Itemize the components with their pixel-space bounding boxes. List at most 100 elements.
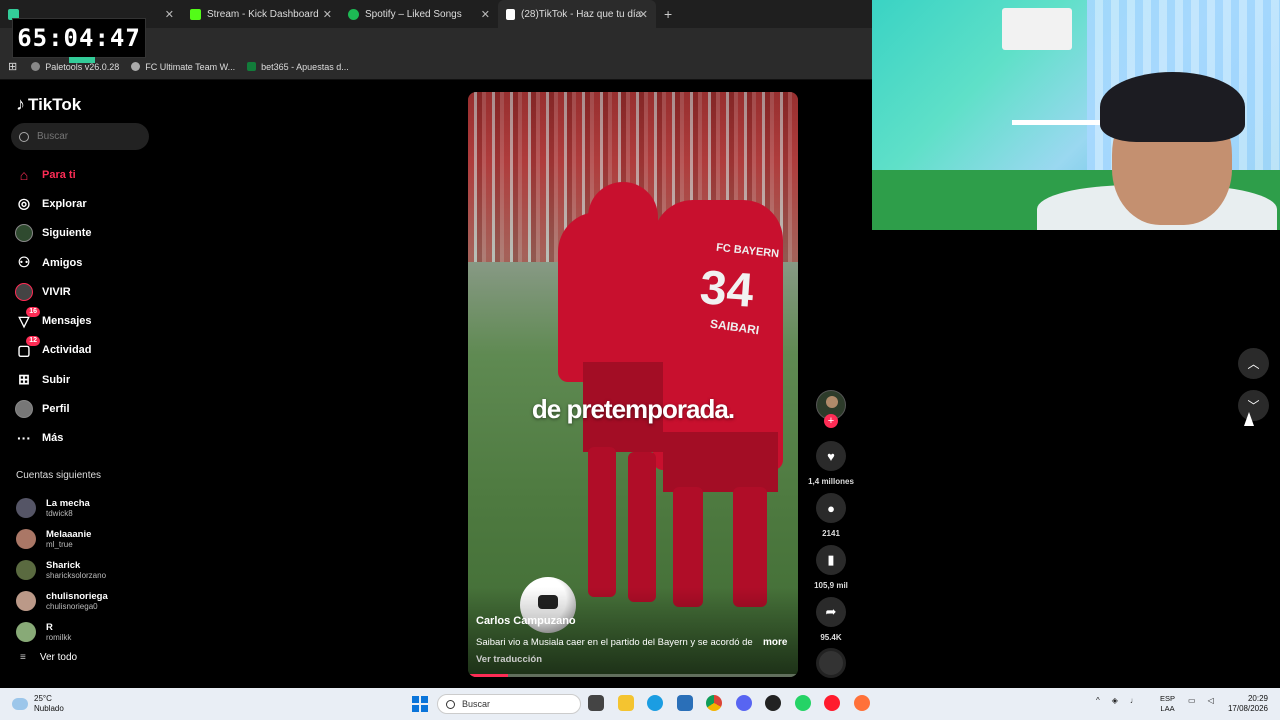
whatsapp-icon[interactable] (794, 695, 811, 711)
network-icon[interactable]: ◈ (1112, 696, 1118, 705)
compass-icon: ◎ (17, 195, 31, 212)
video-player-figure (653, 200, 783, 470)
bookmark-bet365[interactable]: bet365 - Apuestas d... (247, 62, 349, 72)
task-view-icon[interactable] (588, 695, 604, 711)
tab-tiktok[interactable]: (28)TikTok - Haz que tu día ✕ (498, 0, 656, 28)
messages-badge: 16 (26, 307, 40, 318)
tiktok-logo[interactable]: ♪ TikTok (16, 94, 81, 115)
avatar (16, 559, 36, 580)
windows-start-icon[interactable] (412, 696, 428, 712)
mouse-cursor-icon (1244, 412, 1254, 426)
avatar (16, 590, 36, 611)
taskbar-clock[interactable]: 20:29 17/08/2026 (1224, 694, 1268, 714)
bookmark-fc-ultimate-team[interactable]: FC Ultimate Team W... (131, 62, 235, 72)
stream-timer: 65:04:47 (12, 18, 146, 63)
nav-messages[interactable]: ▽ 16 Mensajes (14, 306, 92, 335)
video-description: Saibari vio a Musiala caer en el partido… (476, 637, 753, 648)
taskbar-search[interactable]: Buscar (437, 694, 581, 714)
volume-icon[interactable]: ◁ (1208, 696, 1214, 705)
list-item[interactable]: Melaaanie ml_true (16, 523, 108, 554)
video-progress-bar[interactable] (468, 674, 798, 677)
comment-button[interactable]: ● (816, 493, 846, 523)
heart-icon: ♥ (827, 448, 835, 464)
store-icon[interactable] (676, 695, 693, 711)
file-explorer-icon[interactable] (617, 695, 634, 711)
video-leg (588, 447, 616, 597)
bookmark-icon: ▮ (827, 552, 835, 567)
activity-badge: 12 (26, 336, 40, 347)
close-tab-icon[interactable]: ✕ (323, 8, 332, 21)
see-translation-link[interactable]: Ver traducción (476, 654, 542, 665)
cloudy-weather-icon (12, 698, 28, 710)
avatar (16, 497, 36, 518)
nav-more[interactable]: ··· Más (14, 424, 92, 453)
music-disc-icon[interactable] (816, 648, 846, 678)
timer-indicator (69, 57, 95, 63)
more-icon: ··· (17, 430, 31, 447)
firefox-icon[interactable] (853, 695, 870, 711)
avatar (16, 621, 36, 642)
opera-icon[interactable] (824, 695, 840, 711)
nav-profile[interactable]: Perfil (14, 394, 92, 423)
list-item[interactable]: Rromilkk (16, 616, 108, 647)
like-count: 1,4 millones (808, 477, 854, 486)
close-tab-icon[interactable]: ✕ (639, 8, 648, 21)
upload-icon: ⊞ (18, 371, 30, 388)
language-indicator[interactable]: ESP LAA (1160, 694, 1175, 714)
weather-widget[interactable]: 25°C Nublado (12, 694, 64, 714)
list-item[interactable]: Sharick sharicksolorzano (16, 554, 108, 585)
jersey-number: 34 (698, 261, 756, 318)
nav-for-you[interactable]: ⌂ Para ti (14, 160, 92, 189)
save-button[interactable]: ▮ (816, 545, 846, 575)
apps-grid-icon[interactable]: ⊞ (8, 60, 17, 73)
tab-spotify[interactable]: Spotify – Liked Songs ✕ (340, 0, 498, 28)
display-icon[interactable]: ▭ (1188, 696, 1196, 705)
steam-icon[interactable] (765, 695, 781, 711)
video-author[interactable]: Carlos Campuzano (476, 615, 576, 627)
video-player[interactable]: FC BAYERN 34 SAIBARI de pretemporada. Ca… (468, 92, 798, 677)
search-icon (446, 699, 455, 709)
close-tab-icon[interactable]: ✕ (165, 8, 174, 21)
comment-icon: ● (827, 500, 835, 516)
tab-kick-dashboard[interactable]: Stream - Kick Dashboard ✕ (182, 0, 340, 28)
save-count: 105,9 mil (814, 581, 848, 590)
spotify-icon (348, 8, 359, 20)
search-box[interactable] (11, 123, 149, 150)
close-tab-icon[interactable]: ✕ (481, 8, 490, 21)
nav-friends[interactable]: ⚇ Amigos (14, 248, 92, 277)
video-progress-fill (468, 674, 508, 677)
search-icon (19, 131, 29, 142)
new-tab-icon[interactable]: + (664, 6, 672, 22)
share-button[interactable]: ➦ (816, 597, 846, 627)
search-input[interactable] (37, 131, 137, 142)
bookmark-paletools[interactable]: Paletools v26.0.28 (31, 62, 119, 72)
globe-icon (131, 62, 141, 71)
follow-plus-icon[interactable]: + (824, 414, 838, 428)
video-leg (628, 452, 656, 602)
chevron-up-icon[interactable]: ^ (1096, 696, 1100, 705)
discord-icon[interactable] (735, 695, 752, 711)
video-caption: de pretemporada. (531, 394, 735, 424)
nav-live[interactable]: VIVIR (14, 277, 92, 306)
microphone-icon[interactable]: ♩ (1130, 696, 1138, 705)
more-button[interactable]: more (763, 637, 787, 648)
activity-icon: ▢ 12 (14, 336, 40, 359)
nav-following[interactable]: Siguiente (14, 219, 92, 248)
nav-explore[interactable]: ◎ Explorar (14, 189, 92, 218)
list-item[interactable]: La mecha tdwick8 (16, 492, 108, 523)
like-button[interactable]: ♥ (816, 441, 846, 471)
screen: ✕ Stream - Kick Dashboard ✕ Spotify – Li… (0, 0, 1280, 720)
edge-icon[interactable] (647, 695, 663, 711)
webcam-overlay (872, 0, 1280, 230)
see-all-link[interactable]: ≡ Ver todo (20, 652, 77, 663)
previous-video-button[interactable]: ︿ (1238, 348, 1269, 379)
system-tray-right: ▭ ◁ (1188, 696, 1226, 705)
main-nav: ⌂ Para ti ◎ Explorar Siguiente ⚇ Amigos … (14, 160, 92, 453)
nav-upload[interactable]: ⊞ Subir (14, 365, 92, 394)
list-item[interactable]: chulisnoriega chulisnoriega0 (16, 585, 108, 616)
video-shorts (663, 432, 778, 492)
chrome-icon[interactable] (706, 695, 722, 711)
live-icon (14, 282, 34, 301)
nav-activity[interactable]: ▢ 12 Actividad (14, 336, 92, 365)
video-player-figure (588, 182, 658, 372)
